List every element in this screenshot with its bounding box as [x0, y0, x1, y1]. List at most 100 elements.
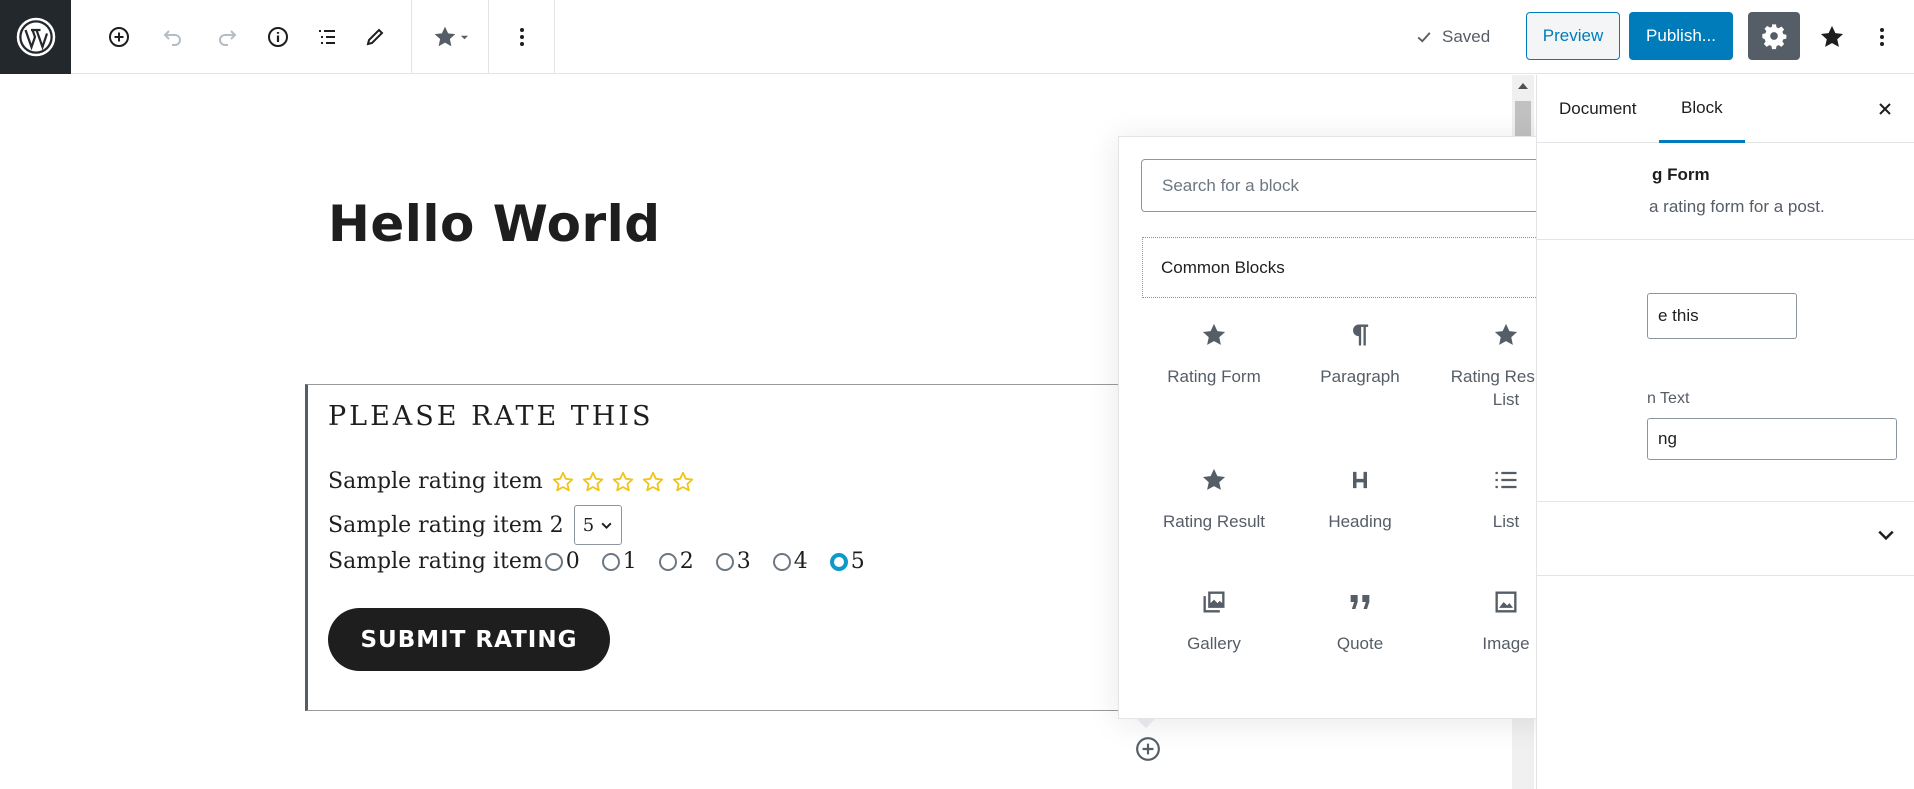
- radio-button[interactable]: [544, 552, 563, 571]
- radio-label: 4: [793, 549, 808, 574]
- quote-icon: [1350, 595, 1370, 609]
- radio-label: 2: [679, 549, 694, 574]
- block-item-label: Rating Form: [1167, 367, 1261, 386]
- divider: [1537, 575, 1914, 576]
- block-navigation-icon[interactable]: [307, 17, 347, 57]
- info-icon[interactable]: [258, 17, 298, 57]
- star-outline-icon[interactable]: [551, 470, 575, 494]
- rating-radio-option[interactable]: 0: [544, 549, 580, 574]
- rating-radio-option[interactable]: 2: [658, 549, 694, 574]
- add-block-icon[interactable]: [99, 17, 139, 57]
- star-icon: [1494, 323, 1518, 345]
- submit-button-text-label: n Text: [1647, 390, 1690, 407]
- settings-sidebar: Document Block g Form a rating form for …: [1536, 75, 1914, 789]
- post-title[interactable]: Hello World: [328, 195, 661, 253]
- redo-icon[interactable]: [207, 17, 247, 57]
- radio-button[interactable]: [601, 552, 620, 571]
- submit-button-text-field[interactable]: ng: [1647, 418, 1897, 460]
- gallery-icon: [1203, 591, 1225, 613]
- toolbar-divider: [411, 0, 412, 74]
- block-item-label: Heading: [1328, 512, 1392, 531]
- rating-radio-option[interactable]: 3: [715, 549, 751, 574]
- panel-title: Common Blocks: [1161, 257, 1285, 277]
- rating-item-label: Sample rating item: [328, 469, 543, 494]
- star-outline-icon[interactable]: [641, 470, 665, 494]
- toolbar-divider: [488, 0, 489, 74]
- block-card-description: a rating form for a post.: [1649, 197, 1825, 216]
- settings-gear-icon[interactable]: [1748, 12, 1800, 60]
- rating-radio-option[interactable]: 1: [601, 549, 637, 574]
- radio-label: 1: [622, 549, 637, 574]
- rating-radio-option[interactable]: 4: [772, 549, 808, 574]
- radio-label: 3: [736, 549, 751, 574]
- radio-label: 0: [565, 549, 580, 574]
- editor-header: Saved Preview Publish...: [0, 0, 1914, 74]
- edit-pencil-icon[interactable]: [355, 17, 395, 57]
- title-text-field[interactable]: e this: [1647, 293, 1797, 339]
- star-outline-icon[interactable]: [581, 470, 605, 494]
- block-item-rating-result[interactable]: Rating Result: [1141, 460, 1287, 580]
- star-outline-icon[interactable]: [671, 470, 695, 494]
- popover-arrow: [1136, 718, 1156, 728]
- undo-icon[interactable]: [153, 17, 193, 57]
- rating-select-dropdown[interactable]: 5: [573, 505, 623, 545]
- toolbar-divider: [554, 0, 555, 74]
- saved-label: Saved: [1442, 27, 1491, 46]
- sidebar-tabs: Document Block: [1537, 75, 1914, 143]
- radio-button[interactable]: [658, 552, 677, 571]
- preview-button[interactable]: Preview: [1526, 12, 1620, 60]
- star-outline-icon[interactable]: [611, 470, 635, 494]
- radio-button[interactable]: [772, 552, 791, 571]
- block-item-rating-form[interactable]: Rating Form: [1141, 315, 1287, 435]
- rating-form-block[interactable]: PLEASE RATE THIS Sample rating item Samp…: [305, 384, 1125, 711]
- submit-rating-button[interactable]: SUBMIT RATING: [328, 608, 610, 671]
- chevron-down-icon: [601, 522, 612, 529]
- block-item-label: List: [1492, 512, 1520, 531]
- rating-radio-group: 0 1 2 3 4 5: [544, 549, 877, 574]
- radio-label: 5: [850, 549, 865, 574]
- image-icon: [1495, 591, 1517, 613]
- check-icon: [1417, 32, 1431, 43]
- rating-item-select-row: Sample rating item 2 5: [328, 505, 623, 545]
- block-item-label: Image: [1482, 634, 1530, 653]
- star-icon: [1202, 468, 1226, 490]
- publish-button[interactable]: Publish...: [1629, 12, 1733, 60]
- more-menu-icon[interactable]: [1862, 17, 1902, 57]
- paragraph-icon: [1353, 324, 1369, 346]
- rating-select-value: 5: [582, 514, 595, 536]
- radio-button[interactable]: [829, 552, 848, 571]
- block-item-paragraph[interactable]: Paragraph: [1287, 315, 1433, 435]
- rating-item-label: Sample rating item 2: [328, 512, 564, 538]
- tab-document[interactable]: Document: [1537, 75, 1658, 143]
- block-item-label: Quote: [1336, 634, 1384, 653]
- more-options-icon[interactable]: [502, 17, 542, 57]
- rating-radio-option[interactable]: 5: [829, 549, 865, 574]
- star-icon: [1202, 323, 1226, 345]
- divider: [1537, 239, 1914, 240]
- star-dropdown-icon[interactable]: [425, 17, 475, 57]
- list-icon: [1495, 471, 1517, 489]
- star-plugin-icon[interactable]: [1812, 17, 1852, 57]
- saved-status: Saved: [1414, 24, 1490, 50]
- radio-button[interactable]: [715, 552, 734, 571]
- divider: [1537, 501, 1914, 502]
- block-item-gallery[interactable]: Gallery: [1141, 582, 1287, 702]
- wordpress-logo-icon[interactable]: [0, 0, 71, 74]
- heading-icon: [1353, 471, 1367, 489]
- block-card-title: g Form: [1652, 165, 1710, 184]
- block-item-label: Gallery: [1187, 634, 1241, 653]
- rating-item-stars-row: Sample rating item: [328, 469, 695, 494]
- block-item-label: Paragraph: [1320, 367, 1400, 386]
- chevron-down-icon[interactable]: [1874, 523, 1898, 547]
- rating-form-heading: PLEASE RATE THIS: [328, 401, 654, 432]
- scroll-up-arrow-icon[interactable]: [1518, 83, 1528, 89]
- tab-block[interactable]: Block: [1659, 75, 1745, 143]
- block-item-quote[interactable]: Quote: [1287, 582, 1433, 702]
- rating-item-radio-row: Sample rating item 0 1 2 3 4 5: [328, 549, 877, 574]
- star-rating-input[interactable]: [551, 470, 695, 494]
- rating-item-label: Sample rating item: [328, 549, 543, 574]
- close-icon[interactable]: [1871, 95, 1899, 123]
- block-item-heading[interactable]: Heading: [1287, 460, 1433, 580]
- inline-add-block-icon[interactable]: [1134, 735, 1162, 763]
- block-item-label: Rating Result: [1162, 512, 1266, 531]
